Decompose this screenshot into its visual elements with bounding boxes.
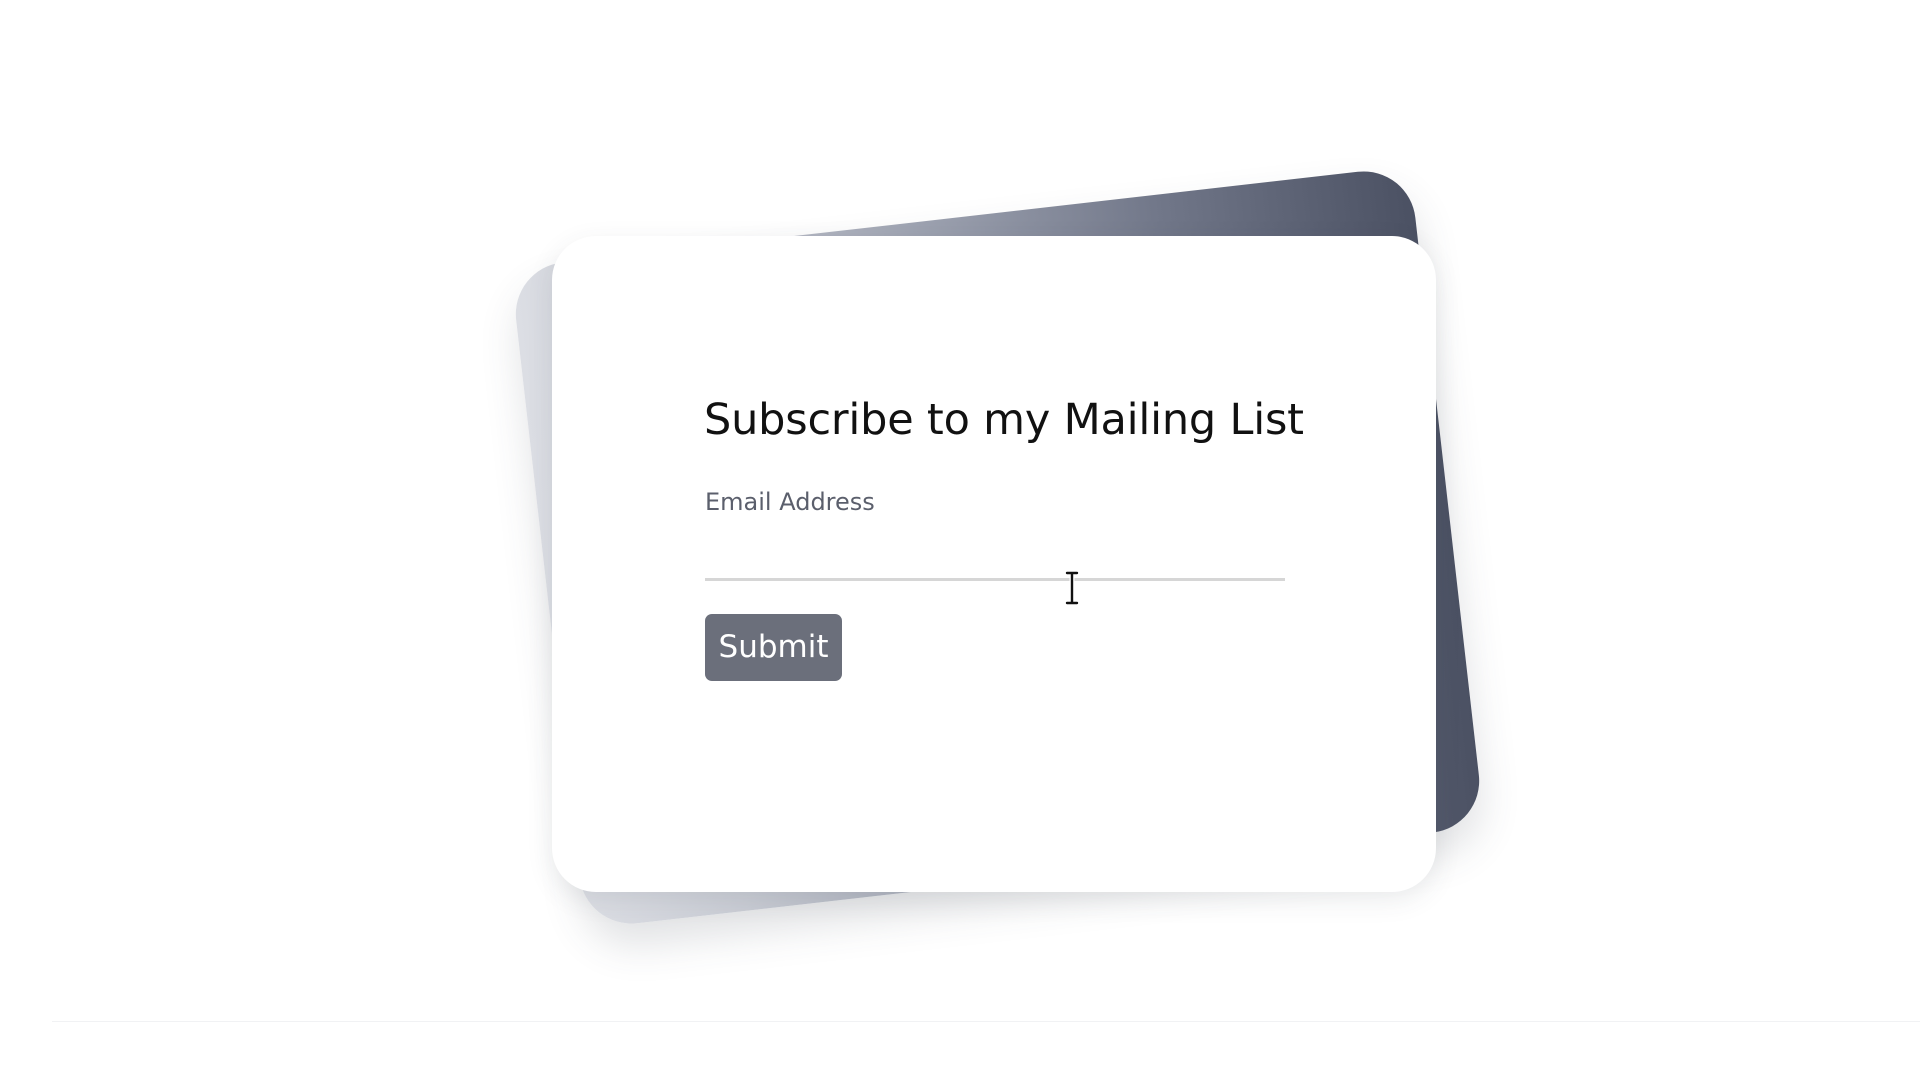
page-stage: Subscribe to my Mailing List Email Addre… [0,0,1920,1080]
page-title: Subscribe to my Mailing List [704,395,1304,445]
email-field[interactable] [705,535,1285,581]
bottom-divider [52,1021,1920,1022]
submit-button[interactable]: Submit [705,614,842,681]
email-label: Email Address [705,488,875,516]
text-cursor-icon [1064,570,1080,606]
